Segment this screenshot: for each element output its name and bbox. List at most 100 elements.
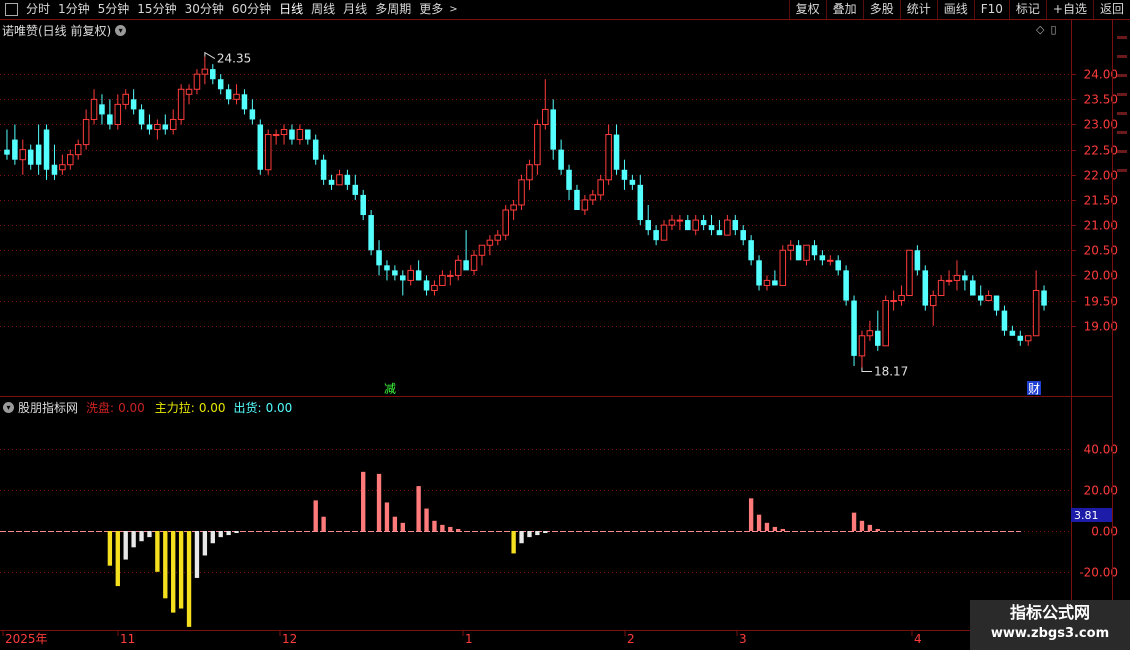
watermark-line2: www.zbgs3.com [990, 626, 1110, 641]
candle-body-down [962, 275, 968, 281]
candle-body-down [344, 174, 351, 185]
candle-body-up [668, 219, 676, 226]
candle-body-down [99, 104, 105, 115]
candle-body-up [898, 295, 905, 302]
indicator-bar-pink [859, 520, 865, 531]
candle-body-up [542, 108, 549, 125]
candle-body-down [772, 280, 778, 286]
candle-body-down [51, 164, 58, 175]
candle-body-up [439, 274, 446, 286]
candle-body-up [478, 244, 486, 256]
indicator-bar-yellow [107, 531, 113, 566]
candle-body-up [929, 295, 937, 307]
candle-body-up [953, 274, 961, 281]
candle-body-up [19, 149, 27, 161]
candle-body-down [645, 220, 651, 231]
chart-canvas: 19.0019.5020.0020.5021.0021.5022.0022.50… [0, 20, 1118, 650]
candle-body-up [90, 98, 98, 120]
indicator-value-zhulila: 0.00 [198, 400, 226, 415]
indicator-bar-yellow [155, 531, 160, 572]
candle-body-up [605, 134, 612, 181]
candle-body-up [74, 144, 82, 156]
candle-body-up [296, 129, 304, 141]
candle-body-down [249, 109, 256, 120]
indicator-bar-pink [756, 514, 762, 531]
candle-body-down [423, 280, 430, 291]
indicator-bar-pink [416, 486, 421, 531]
event-marker-finance: 财 [1028, 382, 1040, 396]
candle-body-down [993, 295, 1000, 311]
candle-body-up [447, 274, 454, 277]
low-marker-arrow [861, 367, 872, 372]
indicator-bar-white [123, 531, 128, 560]
candle-body-down [463, 260, 469, 271]
indicator-bar-yellow [163, 531, 168, 599]
indicator-bar-white [194, 531, 200, 578]
candle-body-up [906, 249, 913, 297]
candle-body-up [945, 279, 953, 282]
x-axis-label: 1 [465, 632, 473, 646]
candle-body-down [210, 69, 216, 80]
candle-body-up [534, 123, 541, 166]
x-axis-label: 3 [739, 632, 747, 646]
candle-body-down [716, 230, 723, 236]
indicator-bar-pink [392, 516, 398, 531]
candle-body-up [1024, 335, 1032, 342]
candle-body-up [763, 279, 771, 286]
candle-body-down [795, 245, 802, 261]
indicator-bar-pink [748, 498, 754, 531]
candle-body-up [82, 118, 90, 146]
candle-body-down [305, 129, 311, 140]
indicator-bar-white [234, 531, 239, 534]
indicator-bar-white [535, 531, 540, 536]
candle-body-down [1017, 335, 1024, 341]
candle-body-down [637, 184, 644, 221]
candle-body-up [280, 129, 288, 136]
candle-body-down [685, 220, 691, 231]
sub-panel-legend: ▾ 股朋指标网 洗盘: 0.00 主力拉: 0.00 出货: 0.00 [3, 399, 292, 416]
candle-body-down [289, 129, 295, 140]
indicator-bar-pink [448, 526, 453, 531]
candle-body-down [360, 194, 366, 216]
right-side-tab[interactable] [1112, 20, 1130, 632]
candle-body-down [146, 124, 153, 130]
candle-body-up [692, 219, 699, 231]
watermark: 指标公式网 www.zbgs3.com [970, 600, 1130, 650]
x-axis-label: 12 [282, 632, 297, 646]
candle-body-down [130, 99, 137, 110]
candle-body-down [162, 124, 169, 130]
event-marker-reduce: 减 [384, 382, 396, 396]
candle-body-down [977, 295, 984, 301]
candle-body-up [454, 259, 462, 276]
indicator-bar-white [543, 531, 548, 534]
candle-body-up [272, 134, 280, 137]
candle-body-up [676, 219, 684, 222]
candle-body-down [708, 225, 715, 231]
chevron-down-icon[interactable]: ▾ [3, 402, 14, 413]
candle-body-up [526, 164, 533, 181]
candle-body-down [352, 184, 359, 195]
candle-body-up [597, 179, 604, 196]
candle-body-down [756, 260, 762, 286]
candle-body-down [35, 144, 42, 165]
indicator-bar-pink [400, 522, 405, 531]
candle-body-down [621, 169, 628, 180]
candle-body-up [518, 179, 525, 206]
indicator-bar-white [147, 531, 152, 538]
candle-body-up [336, 174, 343, 186]
candle-body-up [858, 335, 866, 357]
candle-body-up [114, 103, 122, 125]
indicator-bar-white [226, 531, 231, 536]
candle-body-down [811, 245, 818, 256]
candle-body-down [328, 179, 335, 185]
indicator-bar-white [519, 531, 524, 544]
indicator-bar-pink [772, 526, 778, 531]
candle-body-down [138, 109, 145, 125]
candle-body-down [27, 149, 34, 165]
candle-body-up [470, 254, 478, 271]
indicator-bar-white [202, 531, 208, 556]
indicator-bar-pink [361, 471, 366, 531]
indicator-value-xipan: 0.00 [118, 400, 145, 415]
candle-body-up [882, 300, 889, 347]
x-axis-label: 11 [120, 632, 135, 646]
